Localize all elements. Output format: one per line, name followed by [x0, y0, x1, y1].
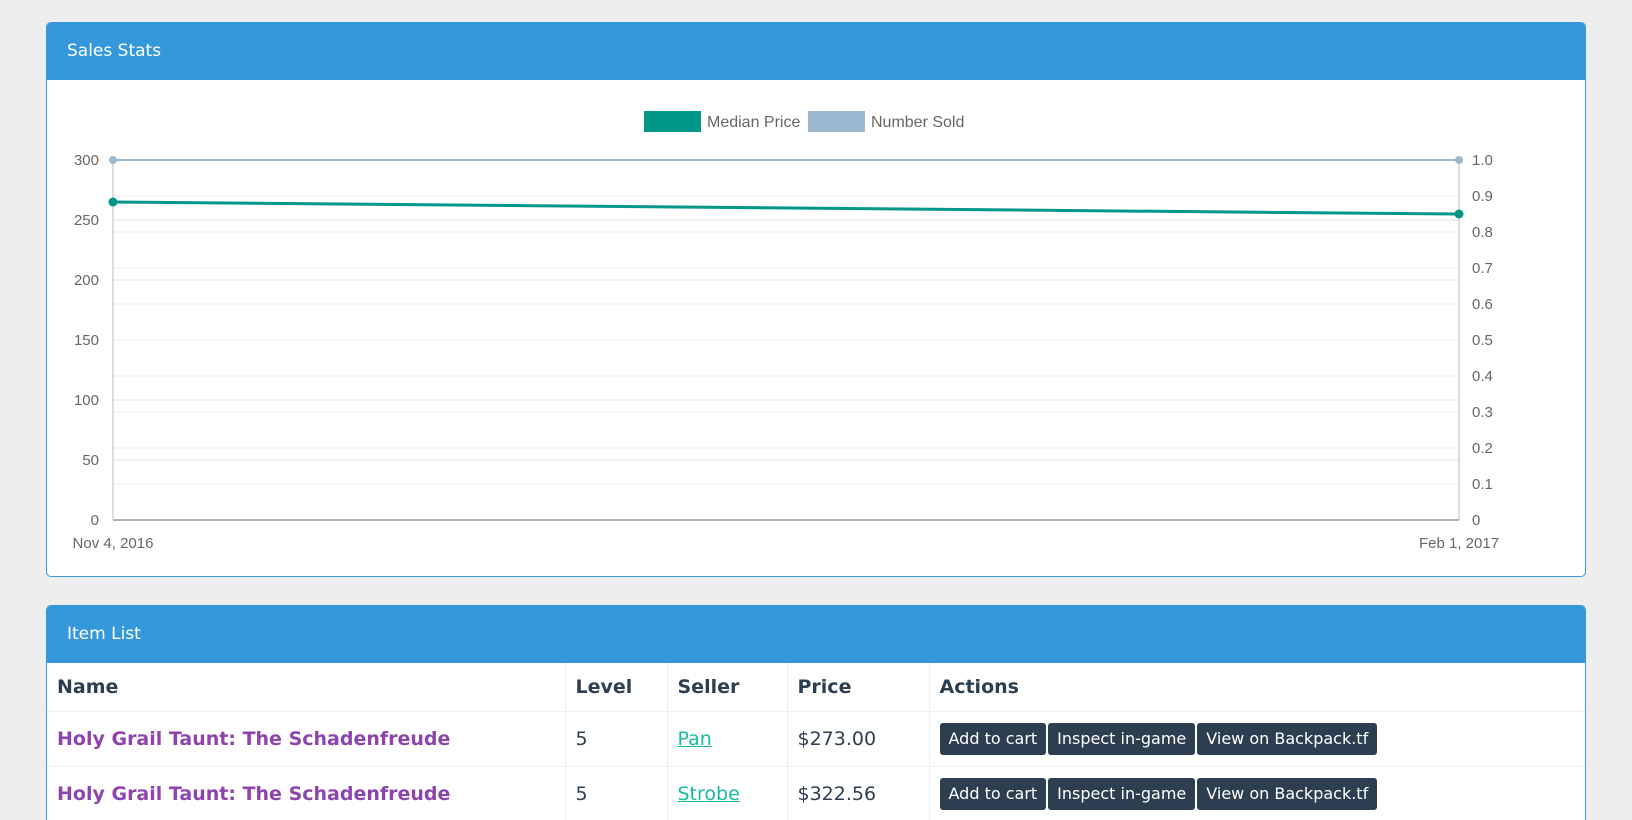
column-header-price: Price: [787, 663, 930, 712]
y-right-tick-label: 0.3: [1472, 404, 1493, 421]
y-left-tick-label: 100: [74, 392, 99, 409]
y-right-tick-label: 0.7: [1472, 260, 1493, 277]
y-right-tick-label: 0.1: [1472, 476, 1493, 493]
legend-swatch-median-price: [644, 111, 701, 132]
item-level: 5: [565, 766, 668, 820]
legend-label: Median Price: [707, 114, 800, 131]
view-on-backpack-button[interactable]: View on Backpack.tf: [1197, 777, 1378, 810]
item-name-link[interactable]: Holy Grail Taunt: The Schadenfreude: [57, 728, 450, 750]
item-table: Name Level Seller Price Actions Holy Gra…: [47, 663, 1585, 820]
data-point-median-price: [108, 197, 118, 207]
view-on-backpack-button[interactable]: View on Backpack.tf: [1197, 722, 1378, 755]
column-header-actions: Actions: [929, 663, 1585, 712]
x-tick-label: Feb 1, 2017: [1419, 535, 1499, 552]
legend-label: Number Sold: [871, 114, 964, 131]
y-right-tick-label: 0.6: [1472, 296, 1493, 313]
legend-swatch-number-sold: [808, 111, 865, 132]
y-left-tick-label: 200: [74, 272, 99, 289]
item-name-link[interactable]: Holy Grail Taunt: The Schadenfreude: [57, 783, 450, 805]
inspect-in-game-button[interactable]: Inspect in-game: [1048, 722, 1196, 755]
item-level: 5: [565, 711, 668, 767]
data-point-number-sold: [109, 156, 117, 164]
item-seller-cell: Pan: [667, 711, 788, 767]
y-right-tick-label: 0.4: [1472, 368, 1493, 385]
y-right-tick-label: 0: [1472, 512, 1480, 529]
y-right-tick-label: 0.5: [1472, 332, 1493, 349]
item-list-panel: Item List Name Level Seller Price Action…: [46, 605, 1586, 820]
item-name-cell: Holy Grail Taunt: The Schadenfreude: [47, 711, 566, 767]
table-header-row: Name Level Seller Price Actions: [47, 663, 1585, 712]
item-name-cell: Holy Grail Taunt: The Schadenfreude: [47, 766, 566, 820]
y-right-tick-label: 0.2: [1472, 440, 1493, 457]
item-actions: Add to cart Inspect in-game View on Backpa…: [929, 766, 1585, 820]
y-left-tick-label: 250: [74, 212, 99, 229]
column-header-level: Level: [565, 663, 668, 712]
add-to-cart-button[interactable]: Add to cart: [939, 722, 1047, 755]
sales-stats-panel: Sales Stats 0 50 100 150 200 250 300 0 0.1 0.2 0.3…: [46, 22, 1586, 577]
item-actions: Add to cart Inspect in-game View on Backpa…: [929, 711, 1585, 767]
y-left-tick-label: 50: [82, 452, 99, 469]
item-price: $322.56: [787, 766, 930, 820]
inspect-in-game-button[interactable]: Inspect in-game: [1048, 777, 1196, 810]
y-right-tick-label: 0.8: [1472, 224, 1493, 241]
data-point-median-price: [1454, 209, 1464, 219]
table-row: Holy Grail Taunt: The Schadenfreude 5 Pa…: [47, 711, 1585, 767]
y-right-tick-label: 1.0: [1472, 152, 1493, 169]
table-row: Holy Grail Taunt: The Schadenfreude 5 St…: [47, 766, 1585, 820]
item-list-title: Item List: [47, 606, 1585, 663]
y-left-tick-label: 0: [91, 512, 99, 529]
seller-link[interactable]: Strobe: [678, 783, 740, 805]
column-header-name: Name: [47, 663, 566, 712]
add-to-cart-button[interactable]: Add to cart: [939, 777, 1047, 810]
y-left-tick-label: 150: [74, 332, 99, 349]
y-right-tick-label: 0.9: [1472, 188, 1493, 205]
item-seller-cell: Strobe: [667, 766, 788, 820]
seller-link[interactable]: Pan: [678, 728, 712, 750]
x-tick-label: Nov 4, 2016: [73, 535, 154, 552]
y-left-tick-label: 300: [74, 152, 99, 169]
sales-stats-title: Sales Stats: [47, 23, 1585, 80]
item-price: $273.00: [787, 711, 930, 767]
sales-chart: 0 50 100 150 200 250 300 0 0.1 0.2 0.3 0.4 0.5 0.6 0.7…: [47, 80, 1585, 576]
series-line-median-price: [112, 200, 1460, 216]
sales-chart-svg: 0 50 100 150 200 250 300 0 0.1 0.2 0.3 0.4 0.5 0.6 0.7…: [73, 111, 1499, 552]
column-header-seller: Seller: [667, 663, 788, 712]
data-point-number-sold: [1455, 156, 1463, 164]
